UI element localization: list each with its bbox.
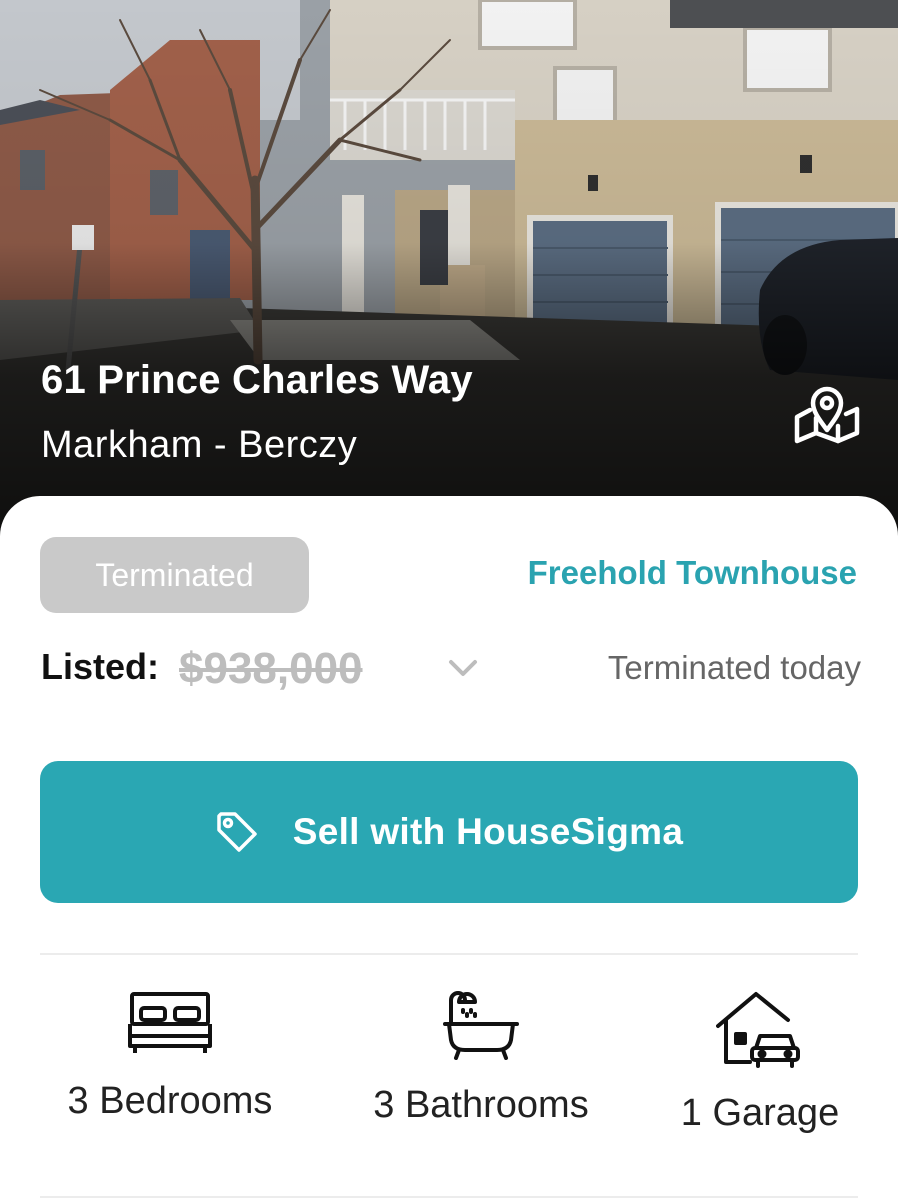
feature-label: 1 Garage [680,1092,840,1134]
feature-bathrooms: 3 Bathrooms [331,990,631,1127]
tag-icon [217,812,257,852]
feature-label: 3 Bathrooms [373,1084,589,1126]
terminated-date: Terminated today [607,649,861,686]
feature-bedrooms: 3 Bedrooms [20,990,320,1123]
bed-icon [128,992,212,1053]
listing-details-card: Terminated Freehold Townhouse Listed: $9… [0,496,898,1200]
listed-price-row: Listed: $938,000 Terminated today [41,644,861,696]
listing-photo[interactable]: 61 Prince Charles Way Markham - Berczy [0,0,898,540]
sell-with-housesigma-button[interactable]: Sell with HouseSigma [40,761,858,903]
chevron-down-icon[interactable] [446,656,480,680]
divider [40,1196,858,1198]
listed-label: Listed: [41,646,160,687]
divider [40,953,858,955]
feature-label: 3 Bedrooms [67,1080,273,1122]
status-badge: Terminated [40,537,309,613]
feature-garage: 1 Garage [610,990,898,1135]
map-button[interactable] [794,384,860,444]
listing-area: Markham - Berczy [41,424,358,466]
map-pin-icon [794,386,860,444]
listing-address: 61 Prince Charles Way [41,358,473,402]
listed-price: $938,000 [179,644,363,693]
sell-button-label: Sell with HouseSigma [292,811,684,852]
garage-icon [716,992,800,1068]
bathtub-icon [443,991,519,1060]
property-type: Freehold Townhouse [527,554,857,591]
